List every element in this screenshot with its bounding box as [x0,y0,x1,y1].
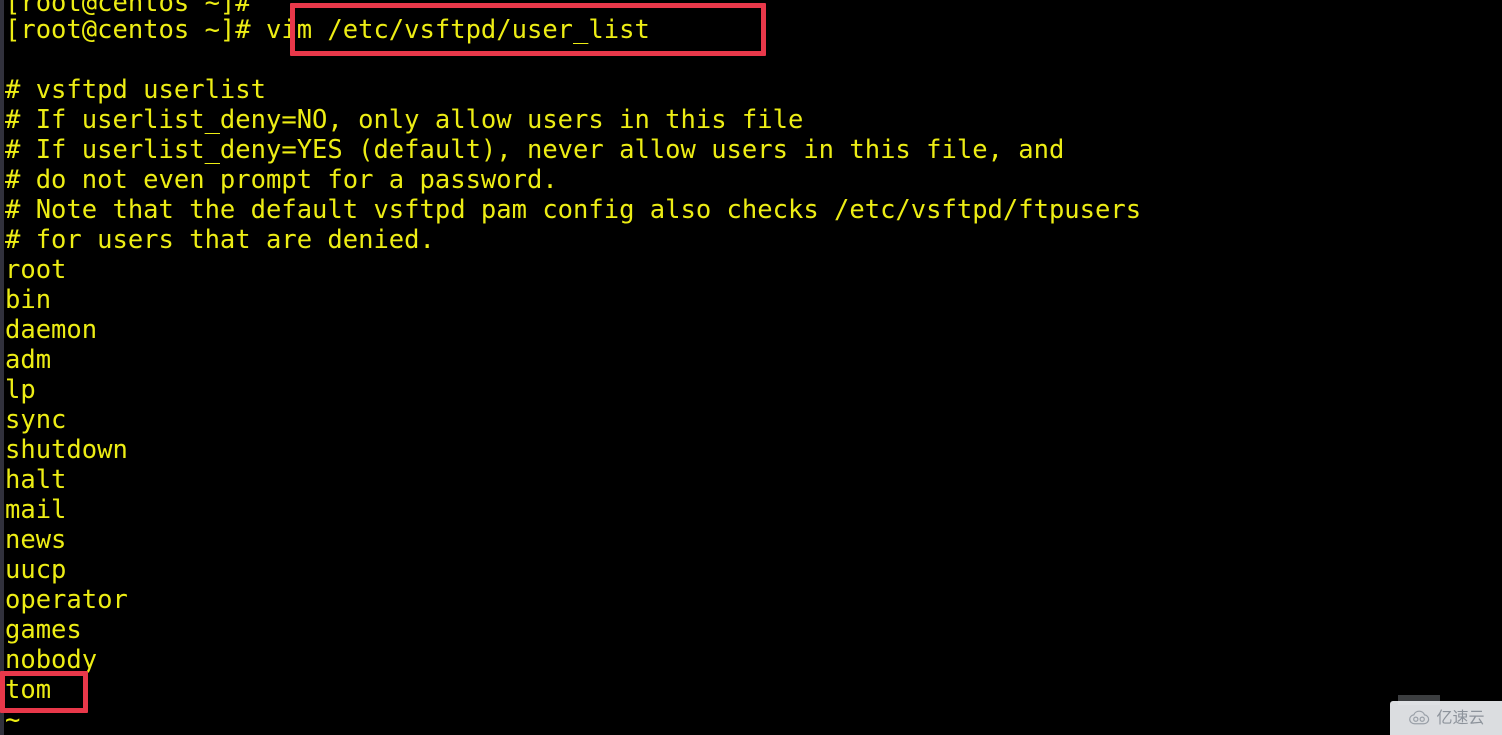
watermark: 亿速云 [1390,701,1502,735]
annotation-box-command [290,3,766,56]
annotation-box-user-tom [0,671,88,713]
terminal-window: [root@centos ~]# [root@centos ~]# vim /et… [0,0,1502,735]
file-line-user-sync: sync [5,405,67,435]
file-line-comment-3: # If userlist_deny=YES (default), never … [5,135,1065,165]
file-line-comment-5: # Note that the default vsftpd pam confi… [5,195,1142,225]
file-line-user-games: games [5,615,82,645]
file-line-comment-6: # for users that are denied. [5,225,435,255]
file-line-user-news: news [5,525,67,555]
file-line-comment-1: # vsftpd userlist [5,75,266,105]
file-line-user-halt: halt [5,465,67,495]
file-line-comment-2: # If userlist_deny=NO, only allow users … [5,105,804,135]
cloud-icon [1409,710,1430,725]
file-line-comment-4: # do not even prompt for a password. [5,165,558,195]
terminal-screen[interactable]: [root@centos ~]# [root@centos ~]# vim /et… [0,0,1502,735]
file-line-user-mail: mail [5,495,67,525]
file-line-user-bin: bin [5,285,52,315]
watermark-text: 亿速云 [1436,708,1485,727]
file-line-user-adm: adm [5,345,52,375]
file-line-user-uucp: uucp [5,555,67,585]
file-line-user-root: root [5,255,67,285]
file-line-user-shutdown: shutdown [5,435,128,465]
file-line-user-lp: lp [5,375,36,405]
file-line-user-operator: operator [5,585,128,615]
file-line-user-daemon: daemon [5,315,98,345]
